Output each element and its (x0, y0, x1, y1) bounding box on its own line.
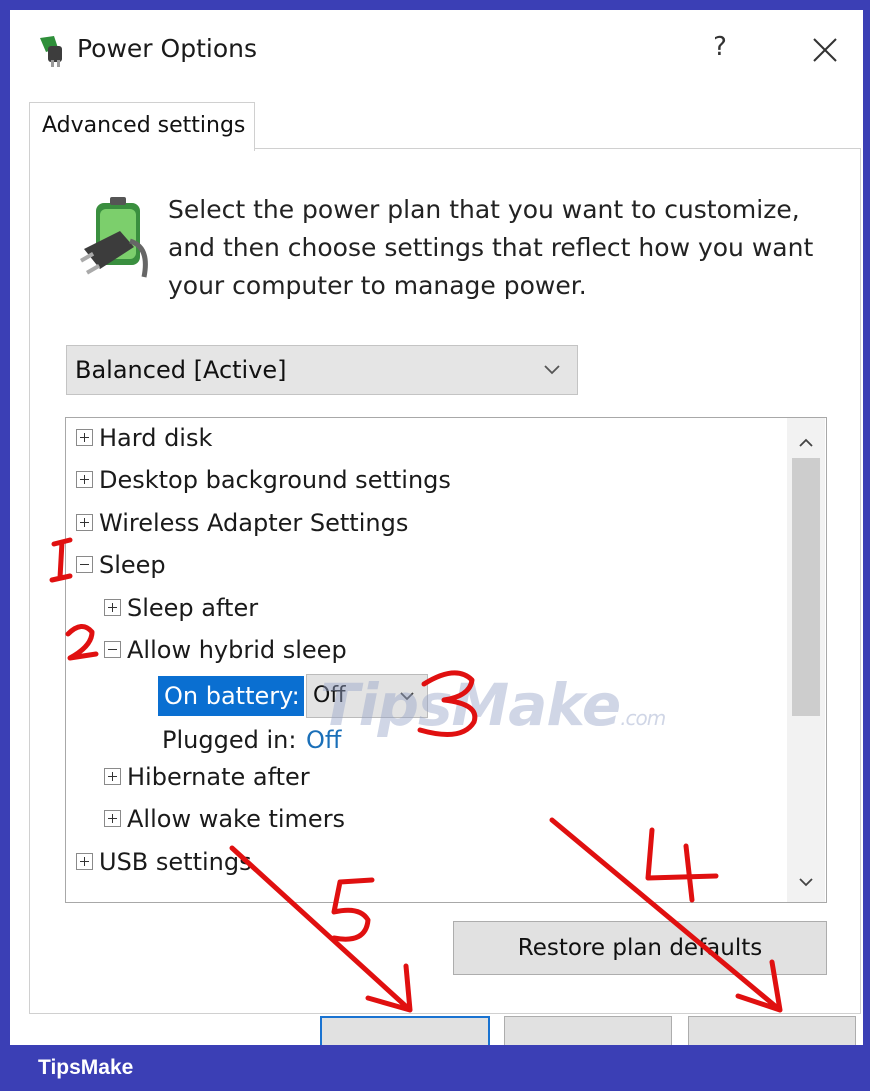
expand-icon[interactable] (76, 470, 93, 488)
close-icon (813, 38, 837, 62)
tree-item-label: USB settings (99, 848, 252, 876)
help-button[interactable]: ? (705, 32, 735, 68)
title-bar: Power Options ? (10, 10, 863, 90)
tree-item-sleep[interactable]: Sleep (76, 551, 166, 579)
tree-item-label: Sleep after (127, 594, 259, 622)
close-button[interactable] (807, 30, 843, 70)
tree-item-sleep-after[interactable]: Sleep after (104, 594, 258, 622)
tree-item-label: Allow hybrid sleep (127, 636, 347, 664)
power-plan-value: Balanced [Active] (75, 356, 287, 384)
restore-plan-defaults-button[interactable]: Restore plan defaults (453, 921, 827, 975)
collapse-icon[interactable] (76, 555, 93, 573)
collapse-icon[interactable] (104, 640, 121, 658)
tree-item-label: Desktop background settings (99, 466, 451, 494)
battery-plug-icon (80, 197, 148, 278)
advanced-settings-panel: Select the power plan that you want to c… (29, 148, 861, 1014)
tree-item-label: Hibernate after (127, 763, 310, 791)
expand-icon[interactable] (76, 513, 93, 531)
plugged-in-label: Plugged in: (162, 726, 297, 754)
on-battery-label[interactable]: On battery: (158, 676, 304, 716)
watermark: TipsMake.com (320, 671, 666, 739)
chevron-down-icon (544, 365, 560, 375)
footer-brand: TipsMake (38, 1056, 134, 1079)
scroll-thumb[interactable] (792, 458, 820, 716)
power-plan-select[interactable]: Balanced [Active] (66, 345, 578, 395)
tree-item-allow-hybrid-sleep[interactable]: Allow hybrid sleep (104, 636, 347, 664)
tree-item-usb-settings[interactable]: USB settings (76, 848, 252, 876)
tree-item-allow-wake-timers[interactable]: Allow wake timers (104, 805, 345, 833)
expand-icon[interactable] (76, 428, 93, 446)
tree-item-label: Wireless Adapter Settings (99, 509, 409, 537)
settings-tree[interactable]: Hard disk Desktop background settings Wi… (65, 417, 827, 903)
tree-item-label: Allow wake timers (127, 805, 346, 833)
chevron-down-icon (799, 878, 813, 887)
scroll-up-button[interactable] (787, 428, 825, 456)
power-options-icon (40, 36, 62, 67)
frame-top-border (0, 0, 870, 10)
frame-left-border (0, 0, 10, 1091)
expand-icon[interactable] (104, 598, 121, 616)
tree-item-label: Hard disk (99, 424, 213, 452)
expand-icon[interactable] (104, 767, 121, 785)
intro-description: Select the power plan that you want to c… (168, 195, 814, 300)
power-options-dialog: Power Options ? Advanced settings Select… (10, 10, 863, 1045)
scroll-down-button[interactable] (787, 868, 825, 896)
tree-item-hard-disk[interactable]: Hard disk (76, 424, 212, 452)
expand-icon[interactable] (104, 809, 121, 827)
tree-item-wireless-adapter[interactable]: Wireless Adapter Settings (76, 509, 408, 537)
frame-right-border (863, 0, 870, 1091)
window-title: Power Options (77, 34, 257, 63)
tree-item-desktop-background[interactable]: Desktop background settings (76, 466, 451, 494)
expand-icon[interactable] (76, 852, 93, 870)
tab-label: Advanced settings (42, 113, 246, 138)
tree-item-label: Sleep (99, 551, 166, 579)
chevron-up-icon (799, 438, 813, 447)
tree-item-hibernate-after[interactable]: Hibernate after (104, 763, 310, 791)
tab-advanced-settings[interactable]: Advanced settings (29, 102, 255, 151)
footer-banner: TipsMake (0, 1045, 870, 1091)
